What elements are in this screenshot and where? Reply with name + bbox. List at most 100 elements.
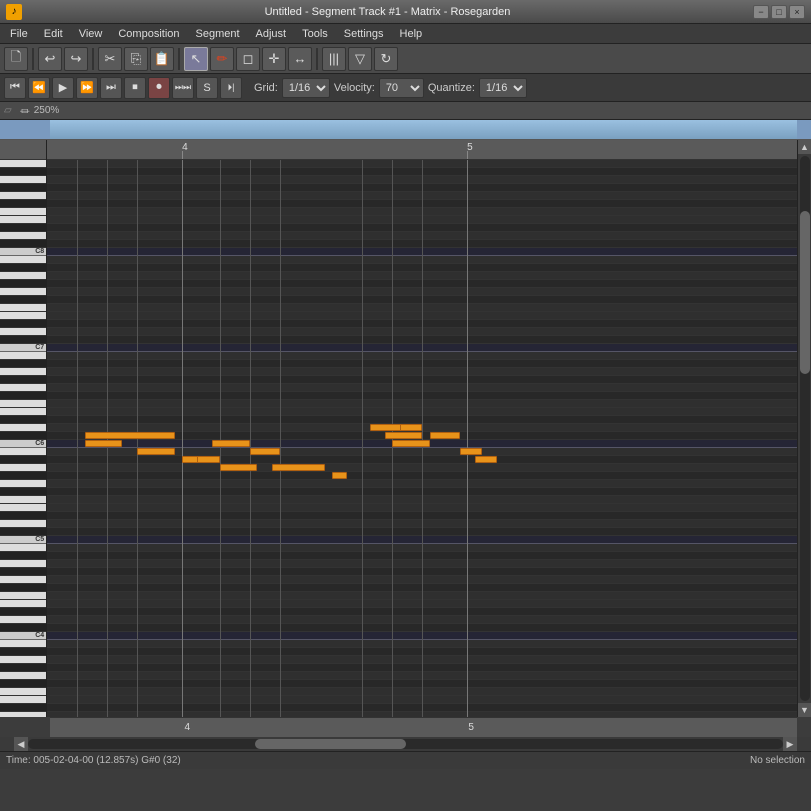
menu-adjust[interactable]: Adjust [248,27,295,41]
piano-key-G#7[interactable] [0,280,46,288]
piano-key-E3[interactable] [0,696,46,704]
menu-tools[interactable]: Tools [294,27,336,41]
loop-transport-button[interactable]: ⏭⏭ [172,77,194,99]
hscroll-right-arrow[interactable]: ▶ [783,737,797,751]
piano-key-G#3[interactable] [0,664,46,672]
menu-composition[interactable]: Composition [110,27,187,41]
piano-key-G3[interactable] [0,672,46,680]
piano-key-A#3[interactable] [0,648,46,656]
note[interactable] [85,440,122,447]
cut-button[interactable]: ✂ [98,47,122,71]
piano-key-G4[interactable] [0,576,46,584]
note[interactable] [400,424,422,431]
piano-key-D6[interactable] [0,424,46,432]
erase-tool-button[interactable]: ◻ [236,47,260,71]
close-button[interactable]: × [789,5,805,19]
piano-key-F#4[interactable] [0,584,46,592]
piano-key-F3[interactable] [0,688,46,696]
stop-button[interactable]: ⏹ [124,77,146,99]
copy-button[interactable]: ⎘ [124,47,148,71]
piano-key-B8[interactable] [0,160,46,168]
piano-key-A#6[interactable] [0,360,46,368]
undo-button[interactable]: ↩ [38,47,62,71]
piano-key-C#5[interactable] [0,528,46,536]
piano-key-C5[interactable]: C5 [0,536,46,544]
piano-key-B5[interactable] [0,448,46,456]
redo-button[interactable]: ↪ [64,47,88,71]
piano-key-B7[interactable] [0,256,46,264]
new-button[interactable]: 🗋 [4,47,28,71]
note[interactable] [475,456,497,463]
piano-key-C7[interactable]: C7 [0,344,46,352]
maximize-button[interactable]: □ [771,5,787,19]
piano-key-F#7[interactable] [0,296,46,304]
resize-tool-button[interactable]: ↔ [288,47,312,71]
piano-key-F5[interactable] [0,496,46,504]
hscroll-left-arrow[interactable]: ◀ [14,737,28,751]
fast-forward-button[interactable]: ⏩ [76,77,98,99]
menu-settings[interactable]: Settings [336,27,392,41]
piano-key-F6[interactable] [0,400,46,408]
move-tool-button[interactable]: ✛ [262,47,286,71]
piano-key-A#4[interactable] [0,552,46,560]
paste-button[interactable]: 📋 [150,47,174,71]
piano-key-D#4[interactable] [0,608,46,616]
piano-key-E7[interactable] [0,312,46,320]
velocity-select[interactable]: 70 64 100 [379,78,424,98]
note[interactable] [332,472,347,479]
draw-tool-button[interactable]: ✏ [210,47,234,71]
piano-key-G5[interactable] [0,480,46,488]
piano-key-D4[interactable] [0,616,46,624]
menu-segment[interactable]: Segment [188,27,248,41]
piano-key-C8[interactable]: C8 [0,248,46,256]
note[interactable] [272,464,324,471]
piano-key-G#6[interactable] [0,376,46,384]
punch-button[interactable]: ⏵| [220,77,242,99]
piano-key-E6[interactable] [0,408,46,416]
vscroll-thumb[interactable] [800,211,810,375]
rewind-button[interactable]: ⏪ [28,77,50,99]
quantize-button[interactable]: ||| [322,47,346,71]
piano-key-E8[interactable] [0,216,46,224]
piano-key-A#5[interactable] [0,456,46,464]
piano-key-A#8[interactable] [0,168,46,176]
grid-area[interactable]: 4 5 [47,140,797,717]
note[interactable] [137,448,174,455]
piano-key-C#6[interactable] [0,432,46,440]
piano-key-E5[interactable] [0,504,46,512]
piano-key-F#6[interactable] [0,392,46,400]
menu-edit[interactable]: Edit [36,27,71,41]
note[interactable] [250,448,280,455]
hscroll-track[interactable] [28,739,783,749]
filter-button[interactable]: ▽ [348,47,372,71]
note[interactable] [220,464,257,471]
piano-key-C#7[interactable] [0,336,46,344]
piano-key-G6[interactable] [0,384,46,392]
note[interactable] [85,432,175,439]
piano-key-C#4[interactable] [0,624,46,632]
quantize-select[interactable]: 1/16 1/8 1/4 [479,78,527,98]
piano-key-D7[interactable] [0,328,46,336]
piano-key-E4[interactable] [0,600,46,608]
piano-key-A6[interactable] [0,368,46,376]
note[interactable] [212,440,249,447]
loop-button[interactable]: ↻ [374,47,398,71]
piano-key-C6[interactable]: C6 [0,440,46,448]
piano-key-F8[interactable] [0,208,46,216]
piano-key-D#7[interactable] [0,320,46,328]
piano-key-A7[interactable] [0,272,46,280]
piano-key-F#5[interactable] [0,488,46,496]
piano-key-B6[interactable] [0,352,46,360]
menu-file[interactable]: File [2,27,36,41]
note[interactable] [197,456,219,463]
piano-key-D8[interactable] [0,232,46,240]
menu-view[interactable]: View [71,27,111,41]
piano-key-D#5[interactable] [0,512,46,520]
piano-key-F#8[interactable] [0,200,46,208]
menu-help[interactable]: Help [392,27,431,41]
note[interactable] [460,448,482,455]
piano-key-G#4[interactable] [0,568,46,576]
note[interactable] [430,432,460,439]
piano-key-D#8[interactable] [0,224,46,232]
rewind-start-button[interactable]: ⏮ [4,77,26,99]
